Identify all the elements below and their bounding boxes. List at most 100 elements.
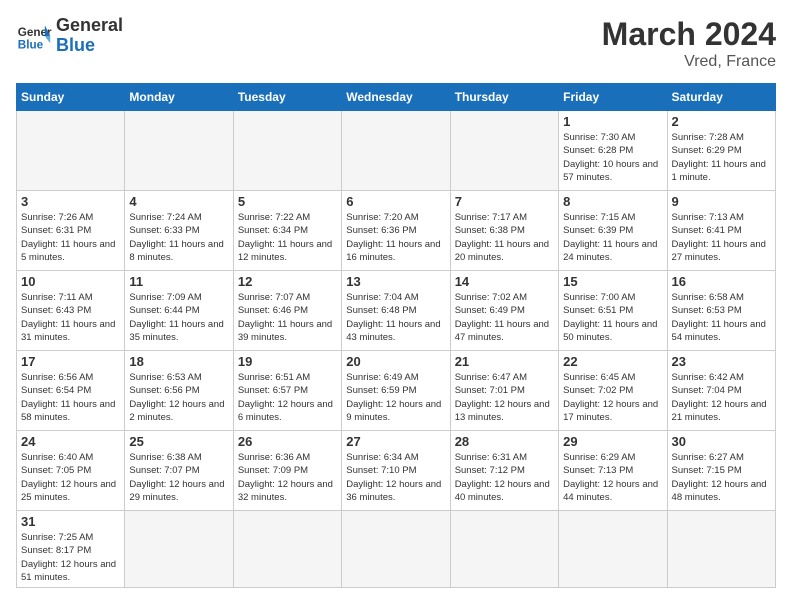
calendar-cell: 16Sunrise: 6:58 AM Sunset: 6:53 PM Dayli… bbox=[667, 271, 775, 351]
day-info: Sunrise: 6:29 AM Sunset: 7:13 PM Dayligh… bbox=[563, 451, 662, 504]
calendar-header: SundayMondayTuesdayWednesdayThursdayFrid… bbox=[17, 84, 776, 111]
day-info: Sunrise: 7:09 AM Sunset: 6:44 PM Dayligh… bbox=[129, 291, 228, 344]
calendar-cell: 26Sunrise: 6:36 AM Sunset: 7:09 PM Dayli… bbox=[233, 431, 341, 511]
calendar-body: 1 Sunrise: 7:30 AM Sunset: 6:28 PM Daylig… bbox=[17, 111, 776, 588]
calendar-cell: 11 Sunrise: 7:09 AM Sunset: 6:44 PM Dayli… bbox=[125, 271, 233, 351]
day-number: 28 bbox=[455, 434, 554, 449]
calendar-week-row: 1 Sunrise: 7:30 AM Sunset: 6:28 PM Daylig… bbox=[17, 111, 776, 191]
day-number: 24 bbox=[21, 434, 120, 449]
day-info: Sunrise: 6:40 AM Sunset: 7:05 PM Dayligh… bbox=[21, 451, 120, 504]
calendar-cell: 13Sunrise: 7:04 AM Sunset: 6:48 PM Dayli… bbox=[342, 271, 450, 351]
calendar-cell: 31 Sunrise: 7:25 AM Sunset: 8:17 PM Dayli… bbox=[17, 511, 125, 588]
calendar-cell: 6 Sunrise: 7:20 AM Sunset: 6:36 PM Daylig… bbox=[342, 191, 450, 271]
calendar-cell bbox=[450, 511, 558, 588]
calendar-cell: 12Sunrise: 7:07 AM Sunset: 6:46 PM Dayli… bbox=[233, 271, 341, 351]
weekday-header-sunday: Sunday bbox=[17, 84, 125, 111]
logo-icon: General Blue bbox=[16, 18, 52, 54]
month-year-title: March 2024 bbox=[602, 16, 776, 53]
calendar-cell bbox=[450, 111, 558, 191]
day-info: Sunrise: 6:38 AM Sunset: 7:07 PM Dayligh… bbox=[129, 451, 228, 504]
calendar-week-row: 17 Sunrise: 6:56 AM Sunset: 6:54 PM Dayli… bbox=[17, 351, 776, 431]
day-info: Sunrise: 7:15 AM Sunset: 6:39 PM Dayligh… bbox=[563, 211, 662, 264]
calendar-week-row: 3Sunrise: 7:26 AM Sunset: 6:31 PM Daylig… bbox=[17, 191, 776, 271]
day-info: Sunrise: 6:34 AM Sunset: 7:10 PM Dayligh… bbox=[346, 451, 445, 504]
day-info: Sunrise: 7:17 AM Sunset: 6:38 PM Dayligh… bbox=[455, 211, 554, 264]
calendar-cell bbox=[342, 511, 450, 588]
weekday-header-tuesday: Tuesday bbox=[233, 84, 341, 111]
calendar-cell: 8Sunrise: 7:15 AM Sunset: 6:39 PM Daylig… bbox=[559, 191, 667, 271]
day-number: 30 bbox=[672, 434, 771, 449]
calendar-cell: 19Sunrise: 6:51 AM Sunset: 6:57 PM Dayli… bbox=[233, 351, 341, 431]
calendar-cell: 17 Sunrise: 6:56 AM Sunset: 6:54 PM Dayli… bbox=[17, 351, 125, 431]
day-number: 6 bbox=[346, 194, 445, 209]
weekday-header-wednesday: Wednesday bbox=[342, 84, 450, 111]
day-number: 2 bbox=[672, 114, 771, 129]
calendar-cell: 10Sunrise: 7:11 AM Sunset: 6:43 PM Dayli… bbox=[17, 271, 125, 351]
logo-general-text: General bbox=[56, 16, 123, 36]
day-number: 19 bbox=[238, 354, 337, 369]
svg-text:Blue: Blue bbox=[18, 38, 44, 51]
calendar-cell: 21 Sunrise: 6:47 AM Sunset: 7:01 PM Dayli… bbox=[450, 351, 558, 431]
day-info: Sunrise: 7:24 AM Sunset: 6:33 PM Dayligh… bbox=[129, 211, 228, 264]
calendar-cell: 4Sunrise: 7:24 AM Sunset: 6:33 PM Daylig… bbox=[125, 191, 233, 271]
calendar-cell: 27 Sunrise: 6:34 AM Sunset: 7:10 PM Dayli… bbox=[342, 431, 450, 511]
calendar-cell: 14Sunrise: 7:02 AM Sunset: 6:49 PM Dayli… bbox=[450, 271, 558, 351]
day-info: Sunrise: 6:27 AM Sunset: 7:15 PM Dayligh… bbox=[672, 451, 771, 504]
calendar-cell bbox=[17, 111, 125, 191]
day-number: 17 bbox=[21, 354, 120, 369]
day-number: 13 bbox=[346, 274, 445, 289]
day-number: 22 bbox=[563, 354, 662, 369]
day-info: Sunrise: 7:20 AM Sunset: 6:36 PM Dayligh… bbox=[346, 211, 445, 264]
day-info: Sunrise: 7:30 AM Sunset: 6:28 PM Dayligh… bbox=[563, 131, 662, 184]
day-number: 20 bbox=[346, 354, 445, 369]
day-info: Sunrise: 6:53 AM Sunset: 6:56 PM Dayligh… bbox=[129, 371, 228, 424]
day-number: 15 bbox=[563, 274, 662, 289]
calendar-cell: 30 Sunrise: 6:27 AM Sunset: 7:15 PM Dayli… bbox=[667, 431, 775, 511]
day-number: 26 bbox=[238, 434, 337, 449]
location-subtitle: Vred, France bbox=[602, 53, 776, 71]
calendar-week-row: 31 Sunrise: 7:25 AM Sunset: 8:17 PM Dayli… bbox=[17, 511, 776, 588]
weekday-header-monday: Monday bbox=[125, 84, 233, 111]
day-number: 11 bbox=[129, 274, 228, 289]
day-info: Sunrise: 7:26 AM Sunset: 6:31 PM Dayligh… bbox=[21, 211, 120, 264]
day-info: Sunrise: 6:45 AM Sunset: 7:02 PM Dayligh… bbox=[563, 371, 662, 424]
day-number: 31 bbox=[21, 514, 120, 529]
calendar-cell: 20Sunrise: 6:49 AM Sunset: 6:59 PM Dayli… bbox=[342, 351, 450, 431]
calendar-cell bbox=[559, 511, 667, 588]
day-number: 29 bbox=[563, 434, 662, 449]
calendar-cell: 22 Sunrise: 6:45 AM Sunset: 7:02 PM Dayli… bbox=[559, 351, 667, 431]
day-info: Sunrise: 7:28 AM Sunset: 6:29 PM Dayligh… bbox=[672, 131, 771, 184]
day-number: 1 bbox=[563, 114, 662, 129]
day-info: Sunrise: 7:07 AM Sunset: 6:46 PM Dayligh… bbox=[238, 291, 337, 344]
calendar-cell: 1 Sunrise: 7:30 AM Sunset: 6:28 PM Daylig… bbox=[559, 111, 667, 191]
logo: General Blue General Blue bbox=[16, 16, 123, 56]
calendar-cell: 7 Sunrise: 7:17 AM Sunset: 6:38 PM Daylig… bbox=[450, 191, 558, 271]
calendar-cell: 2 Sunrise: 7:28 AM Sunset: 6:29 PM Daylig… bbox=[667, 111, 775, 191]
page-header: General Blue General Blue March 2024 Vre… bbox=[16, 16, 776, 71]
day-number: 16 bbox=[672, 274, 771, 289]
calendar-cell bbox=[233, 511, 341, 588]
weekday-header-thursday: Thursday bbox=[450, 84, 558, 111]
day-number: 27 bbox=[346, 434, 445, 449]
calendar-cell: 18Sunrise: 6:53 AM Sunset: 6:56 PM Dayli… bbox=[125, 351, 233, 431]
title-block: March 2024 Vred, France bbox=[602, 16, 776, 71]
day-number: 21 bbox=[455, 354, 554, 369]
day-number: 9 bbox=[672, 194, 771, 209]
day-info: Sunrise: 6:47 AM Sunset: 7:01 PM Dayligh… bbox=[455, 371, 554, 424]
weekday-header-saturday: Saturday bbox=[667, 84, 775, 111]
calendar-cell: 15Sunrise: 7:00 AM Sunset: 6:51 PM Dayli… bbox=[559, 271, 667, 351]
calendar-cell bbox=[233, 111, 341, 191]
day-info: Sunrise: 6:42 AM Sunset: 7:04 PM Dayligh… bbox=[672, 371, 771, 424]
calendar-cell: 24 Sunrise: 6:40 AM Sunset: 7:05 PM Dayli… bbox=[17, 431, 125, 511]
day-info: Sunrise: 7:25 AM Sunset: 8:17 PM Dayligh… bbox=[21, 531, 120, 584]
calendar-week-row: 24 Sunrise: 6:40 AM Sunset: 7:05 PM Dayli… bbox=[17, 431, 776, 511]
calendar-cell: 3Sunrise: 7:26 AM Sunset: 6:31 PM Daylig… bbox=[17, 191, 125, 271]
calendar-cell bbox=[125, 511, 233, 588]
day-info: Sunrise: 6:56 AM Sunset: 6:54 PM Dayligh… bbox=[21, 371, 120, 424]
calendar-cell: 25Sunrise: 6:38 AM Sunset: 7:07 PM Dayli… bbox=[125, 431, 233, 511]
day-number: 7 bbox=[455, 194, 554, 209]
day-number: 10 bbox=[21, 274, 120, 289]
calendar-cell bbox=[125, 111, 233, 191]
logo-blue-text: Blue bbox=[56, 36, 123, 56]
calendar-cell: 29 Sunrise: 6:29 AM Sunset: 7:13 PM Dayli… bbox=[559, 431, 667, 511]
